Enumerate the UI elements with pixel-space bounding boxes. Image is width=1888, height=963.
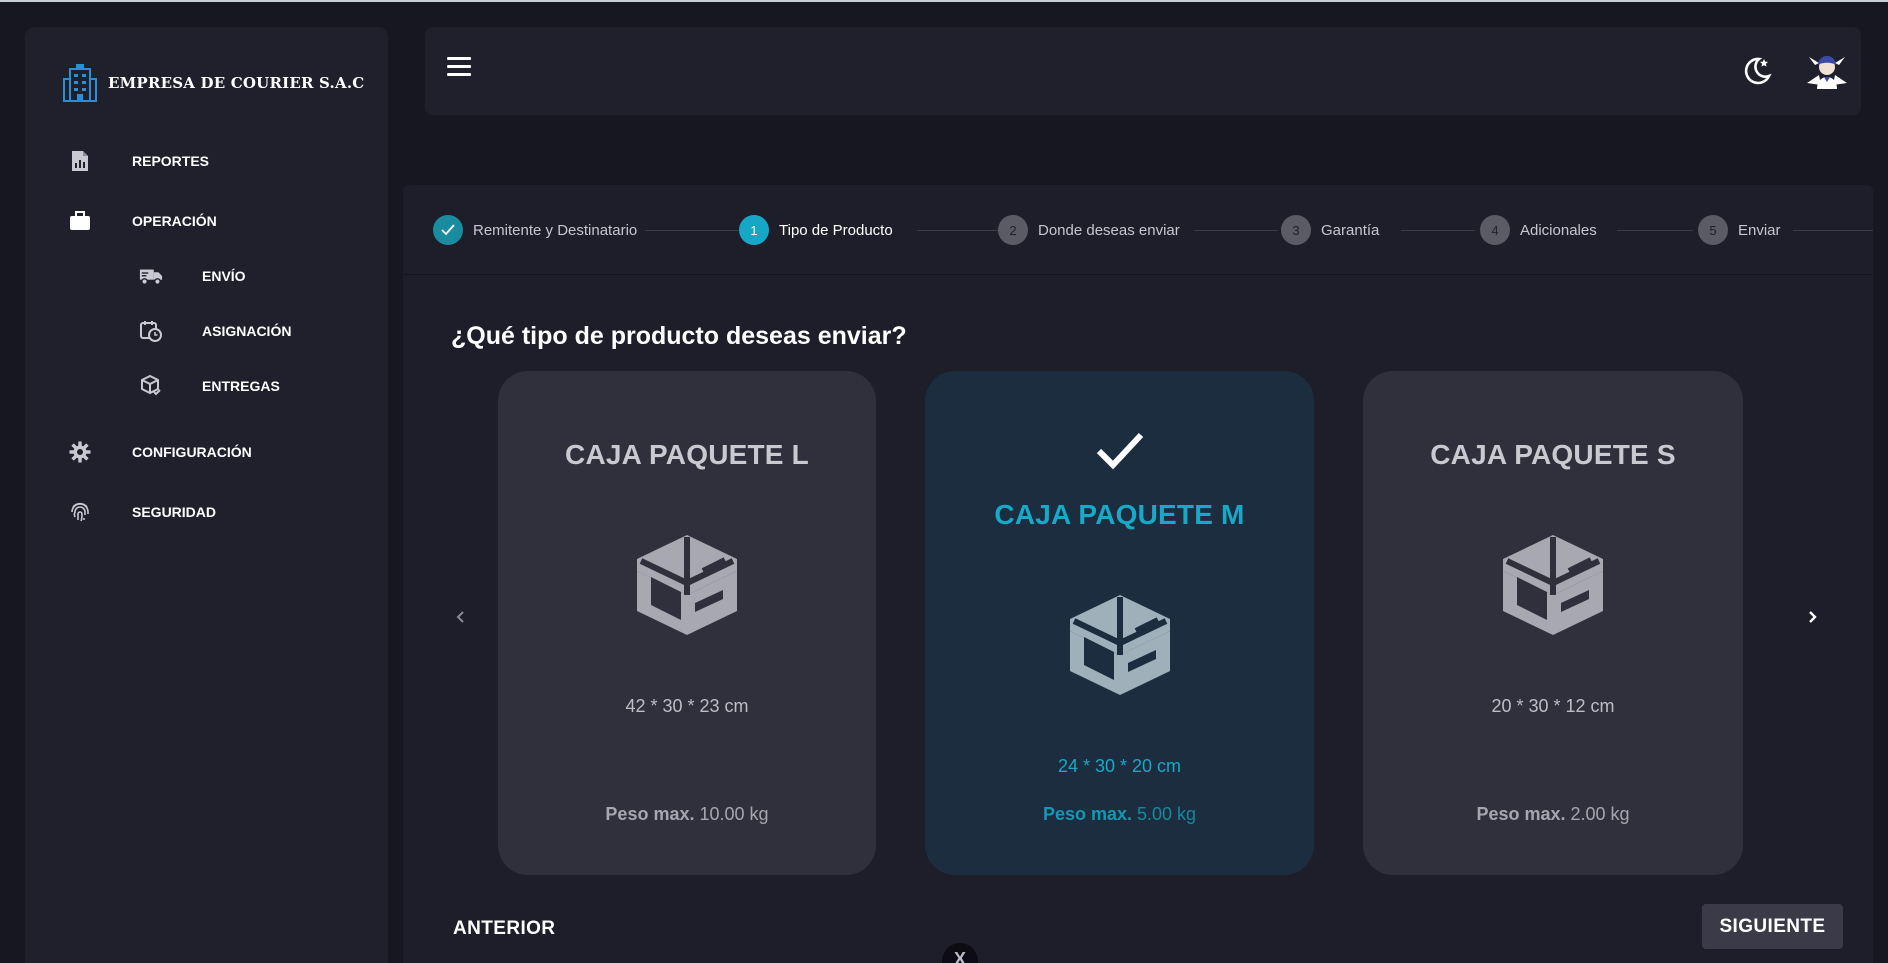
step-number: 1 <box>739 215 769 245</box>
main-panel: Remitente y Destinatario 1 Tipo de Produ… <box>403 185 1873 963</box>
sidebar-item-label: SEGURIDAD <box>132 504 217 520</box>
package-box-icon <box>1069 595 1170 695</box>
stepper: Remitente y Destinatario 1 Tipo de Produ… <box>403 185 1873 275</box>
step-remitente[interactable]: Remitente y Destinatario <box>433 215 637 245</box>
package-box-icon <box>637 535 737 635</box>
sidebar-item-asignacion[interactable]: ASIGNACIÓN <box>25 319 388 343</box>
step-done-check-icon <box>433 215 463 245</box>
step-garantia[interactable]: 3 Garantía <box>1281 215 1379 245</box>
page-question: ¿Qué tipo de producto deseas enviar? <box>451 322 907 350</box>
sidebar: EMPRESA DE COURIER S.A.C REPORTES OPERAC… <box>25 27 388 963</box>
step-connector <box>1401 230 1475 231</box>
weight-label: Peso max. <box>605 804 695 824</box>
step-number: 2 <box>998 215 1028 245</box>
step-number: 5 <box>1698 215 1728 245</box>
sidebar-item-label: ENTREGAS <box>202 378 280 394</box>
card-title: CAJA PAQUETE L <box>565 439 809 470</box>
step-label: Tipo de Producto <box>779 221 893 239</box>
card-title: CAJA PAQUETE M <box>994 499 1245 530</box>
card-dimensions: 24 * 30 * 20 cm <box>1057 756 1182 776</box>
product-card-m[interactable]: CAJA PAQUETE M 24 * 30 * 20 cm Peso max.… <box>925 371 1314 875</box>
sidebar-item-label: OPERACIÓN <box>132 213 217 229</box>
sidebar-item-configuracion[interactable]: CONFIGURACIÓN <box>25 440 388 464</box>
carousel-prev-arrow-icon[interactable] <box>449 605 473 629</box>
step-label: Donde deseas enviar <box>1038 221 1180 239</box>
top-header <box>425 27 1861 115</box>
step-donde-enviar[interactable]: 2 Donde deseas enviar <box>998 215 1180 245</box>
card-dimensions: 42 * 30 * 23 cm <box>625 696 749 716</box>
sidebar-item-envio[interactable]: ENVÍO <box>25 264 388 288</box>
card-dimensions: 20 * 30 * 12 cm <box>1491 696 1615 716</box>
step-connector <box>1617 230 1693 231</box>
sidebar-item-seguridad[interactable]: SEGURIDAD <box>25 500 388 524</box>
sidebar-item-entregas[interactable]: ENTREGAS <box>25 374 388 398</box>
card-weight: Peso max. 2.00 kg <box>1363 804 1743 825</box>
step-connector <box>1793 230 1873 231</box>
gear-icon <box>68 440 92 464</box>
sidebar-item-label: ASIGNACIÓN <box>202 323 292 339</box>
sidebar-item-operacion[interactable]: OPERACIÓN <box>25 209 388 233</box>
step-connector <box>645 230 739 231</box>
box-check-icon <box>139 374 163 398</box>
product-card-s[interactable]: CAJA PAQUETE S 20 * 30 * 12 cm Peso max.… <box>1363 371 1743 875</box>
weight-value: 2.00 kg <box>1570 804 1630 824</box>
step-number: 4 <box>1480 215 1510 245</box>
step-label: Garantía <box>1321 221 1380 239</box>
next-button[interactable]: SIGUIENTE <box>1702 904 1843 949</box>
step-connector <box>1194 230 1278 231</box>
building-logo-icon <box>63 64 97 102</box>
step-tipo-producto[interactable]: 1 Tipo de Producto <box>739 215 893 245</box>
card-title: CAJA PAQUETE S <box>1430 439 1676 470</box>
sidebar-item-reportes[interactable]: REPORTES <box>25 149 388 173</box>
brand[interactable]: EMPRESA DE COURIER S.A.C <box>62 63 364 103</box>
step-enviar[interactable]: 5 Enviar <box>1698 215 1781 245</box>
product-card-l[interactable]: CAJA PAQUETE L 42 * 30 * 23 cm Peso max.… <box>498 371 876 875</box>
weight-value: 5.00 kg <box>1137 804 1197 824</box>
step-label: Remitente y Destinatario <box>473 221 638 239</box>
truck-icon <box>139 264 163 288</box>
step-adicionales[interactable]: 4 Adicionales <box>1480 215 1597 245</box>
card-weight: Peso max. 5.00 kg <box>925 804 1314 825</box>
brand-name: EMPRESA DE COURIER S.A.C <box>108 74 365 92</box>
avatar-icon[interactable] <box>1805 49 1849 93</box>
moon-star-icon[interactable] <box>1739 53 1773 87</box>
card-weight: Peso max. 10.00 kg <box>498 804 876 825</box>
carousel-next-arrow-icon[interactable] <box>1800 605 1824 629</box>
selected-check-icon <box>1096 432 1143 470</box>
step-label: Enviar <box>1738 221 1781 239</box>
window-top-edge <box>0 0 1888 2</box>
weight-value: 10.00 kg <box>699 804 769 824</box>
step-number: 3 <box>1281 215 1311 245</box>
step-label: Adicionales <box>1520 221 1597 239</box>
weight-label: Peso max. <box>1042 804 1132 824</box>
sidebar-item-label: CONFIGURACIÓN <box>132 444 252 460</box>
step-connector <box>917 230 1001 231</box>
sidebar-item-label: ENVÍO <box>202 268 246 284</box>
weight-label: Peso max. <box>1476 804 1566 824</box>
fingerprint-icon <box>68 500 92 524</box>
package-box-icon <box>1503 535 1603 635</box>
chevron-up-icon[interactable] <box>68 209 92 233</box>
calendar-clock-icon <box>139 319 163 343</box>
report-file-icon <box>68 149 92 173</box>
menu-toggle-icon[interactable] <box>447 57 473 83</box>
previous-button[interactable]: ANTERIOR <box>453 918 555 940</box>
sidebar-item-label: REPORTES <box>132 153 210 169</box>
